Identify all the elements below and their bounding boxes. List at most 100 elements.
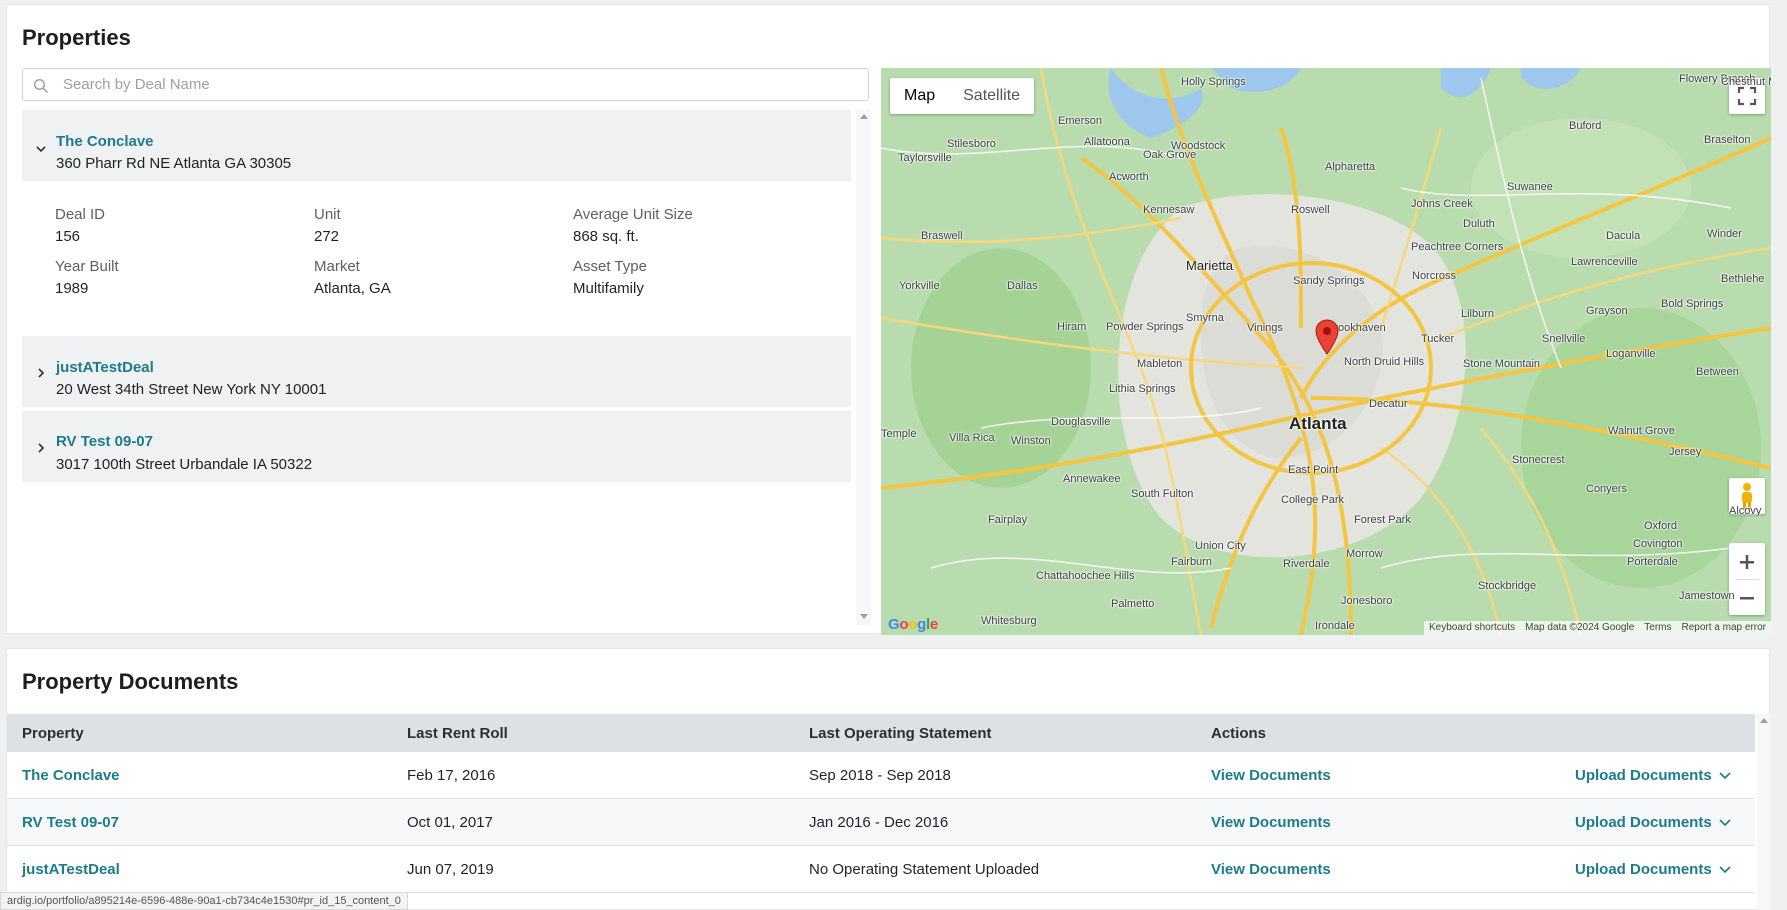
- property-address: 20 West 34th Street New York NY 10001: [56, 381, 327, 398]
- map-label: Peachtree Corners: [1411, 241, 1504, 253]
- view-documents-link[interactable]: View Documents: [1211, 861, 1331, 878]
- detail-value: Multifamily: [573, 280, 644, 297]
- detail-value: 1989: [55, 280, 89, 297]
- map-label: Alpharetta: [1325, 161, 1376, 173]
- map-label: Riverdale: [1283, 558, 1330, 570]
- column-header-property[interactable]: Property: [22, 725, 84, 742]
- zoom-in-button[interactable]: [1729, 543, 1765, 579]
- map-attribution: Keyboard shortcuts Map data ©2024 Google…: [1423, 621, 1771, 635]
- map-label: Alcovy: [1729, 505, 1762, 517]
- map-label: Temple: [881, 428, 917, 440]
- table-scrollbar[interactable]: [1757, 714, 1770, 910]
- map-label: Buford: [1569, 120, 1602, 132]
- property-item[interactable]: RV Test 09-07 3017 100th Street Urbandal…: [22, 411, 851, 482]
- map-label: Winston: [1011, 435, 1051, 447]
- map-label: Douglasville: [1051, 416, 1111, 428]
- column-header-rent-roll[interactable]: Last Rent Roll: [407, 725, 508, 742]
- map-label: Lawrenceville: [1571, 256, 1638, 268]
- upload-documents-button[interactable]: Upload Documents: [1575, 814, 1732, 831]
- map-label: Villa Rica: [949, 432, 995, 444]
- upload-documents-button[interactable]: Upload Documents: [1575, 861, 1732, 878]
- property-item[interactable]: justATestDeal 20 West 34th Street New Yo…: [22, 336, 851, 407]
- map-pin-icon[interactable]: [1314, 319, 1340, 355]
- map-data-text: Map data ©2024 Google: [1525, 622, 1635, 633]
- map-label: Irondale: [1315, 620, 1355, 632]
- map-label: Snellville: [1542, 333, 1586, 345]
- table-row: The Conclave Feb 17, 2016 Sep 2018 - Sep…: [7, 752, 1755, 799]
- map-label: Emerson: [1058, 115, 1103, 127]
- search-box[interactable]: [22, 68, 869, 101]
- property-name[interactable]: justATestDeal: [56, 359, 154, 376]
- map-label: Johns Creek: [1411, 198, 1473, 210]
- property-name[interactable]: The Conclave: [56, 133, 154, 150]
- chevron-down-icon: [1719, 866, 1731, 874]
- plus-icon: [1740, 554, 1754, 569]
- upload-documents-button[interactable]: Upload Documents: [1575, 767, 1732, 784]
- property-details: Deal ID 156 Unit 272 Average Unit Size 8…: [22, 181, 851, 331]
- detail-value: 156: [55, 228, 81, 245]
- column-header-operating[interactable]: Last Operating Statement: [809, 725, 992, 742]
- scroll-down-icon[interactable]: [860, 614, 868, 619]
- table-header: Property Last Rent Roll Last Operating S…: [7, 714, 1755, 752]
- map-label: Jersey: [1669, 446, 1702, 458]
- map-label: Bethlehe: [1721, 273, 1765, 285]
- chevron-right-icon[interactable]: [34, 441, 48, 455]
- documents-title: Property Documents: [22, 669, 239, 694]
- operating-statement: Sep 2018 - Sep 2018: [809, 767, 951, 784]
- property-link[interactable]: justATestDeal: [22, 861, 120, 878]
- view-documents-link[interactable]: View Documents: [1211, 814, 1331, 831]
- map-label: Suwanee: [1507, 181, 1553, 193]
- search-icon: [33, 78, 49, 94]
- map-label: Kennesaw: [1143, 204, 1195, 216]
- map-label: Loganville: [1606, 348, 1656, 360]
- property-address: 3017 100th Street Urbandale IA 50322: [56, 456, 313, 473]
- report-error-link[interactable]: Report a map error: [1677, 621, 1771, 635]
- map-label: Winder: [1707, 228, 1742, 240]
- property-name[interactable]: RV Test 09-07: [56, 433, 153, 450]
- map-view[interactable]: Map Satellite Holly Springs Flowery Bran…: [881, 68, 1771, 635]
- detail-value: Atlanta, GA: [314, 280, 391, 297]
- scroll-up-icon[interactable]: [860, 114, 868, 119]
- map-type-satellite-button[interactable]: Satellite: [949, 78, 1034, 114]
- map-label: Forest Park: [1354, 514, 1411, 526]
- keyboard-shortcuts-link[interactable]: Keyboard shortcuts: [1424, 621, 1520, 635]
- map-label: Morrow: [1346, 548, 1383, 560]
- map-label: Oak Grove: [1143, 149, 1197, 161]
- map-label: Fairplay: [988, 514, 1028, 526]
- search-input[interactable]: [63, 69, 853, 100]
- terms-link[interactable]: Terms: [1639, 621, 1676, 635]
- map-label: Oxford: [1644, 520, 1678, 532]
- map-label: Jamestown: [1679, 590, 1735, 602]
- property-link[interactable]: RV Test 09-07: [22, 814, 119, 831]
- unit-field: Unit 272: [314, 206, 564, 245]
- list-scrollbar[interactable]: [856, 110, 871, 625]
- map-label: Stilesboro: [947, 138, 996, 150]
- detail-label: Year Built: [55, 258, 119, 275]
- property-address: 360 Pharr Rd NE Atlanta GA 30305: [56, 155, 292, 172]
- map-label: Allatoona: [1084, 136, 1130, 148]
- scroll-up-icon[interactable]: [1760, 718, 1768, 723]
- map-label: Sandy Springs: [1293, 275, 1365, 287]
- table-row: RV Test 09-07 Oct 01, 2017 Jan 2016 - De…: [7, 799, 1755, 846]
- map-label: Braselton: [1704, 134, 1751, 146]
- detail-label: Market: [314, 258, 360, 275]
- property-item[interactable]: The Conclave 360 Pharr Rd NE Atlanta GA …: [22, 110, 851, 181]
- upload-label: Upload Documents: [1575, 767, 1712, 784]
- map-label: Conyers: [1586, 483, 1627, 495]
- chevron-down-icon[interactable]: [34, 142, 48, 156]
- map-type-map-button[interactable]: Map: [890, 78, 949, 114]
- map-label: Chattahoochee Hills: [1036, 570, 1135, 582]
- properties-title: Properties: [22, 25, 131, 50]
- year-built-field: Year Built 1989: [55, 258, 305, 297]
- chevron-right-icon[interactable]: [34, 366, 48, 380]
- view-documents-link[interactable]: View Documents: [1211, 767, 1331, 784]
- map-label: Decatur: [1369, 398, 1408, 410]
- property-link[interactable]: The Conclave: [22, 767, 120, 784]
- detail-label: Deal ID: [55, 206, 106, 223]
- map-label: Powder Springs: [1106, 321, 1184, 333]
- zoom-divider: [1735, 579, 1759, 580]
- map-label: Porterdale: [1627, 556, 1678, 568]
- rent-roll-date: Feb 17, 2016: [407, 767, 496, 784]
- map-label: College Park: [1281, 494, 1344, 506]
- operating-statement: No Operating Statement Uploaded: [809, 861, 1040, 878]
